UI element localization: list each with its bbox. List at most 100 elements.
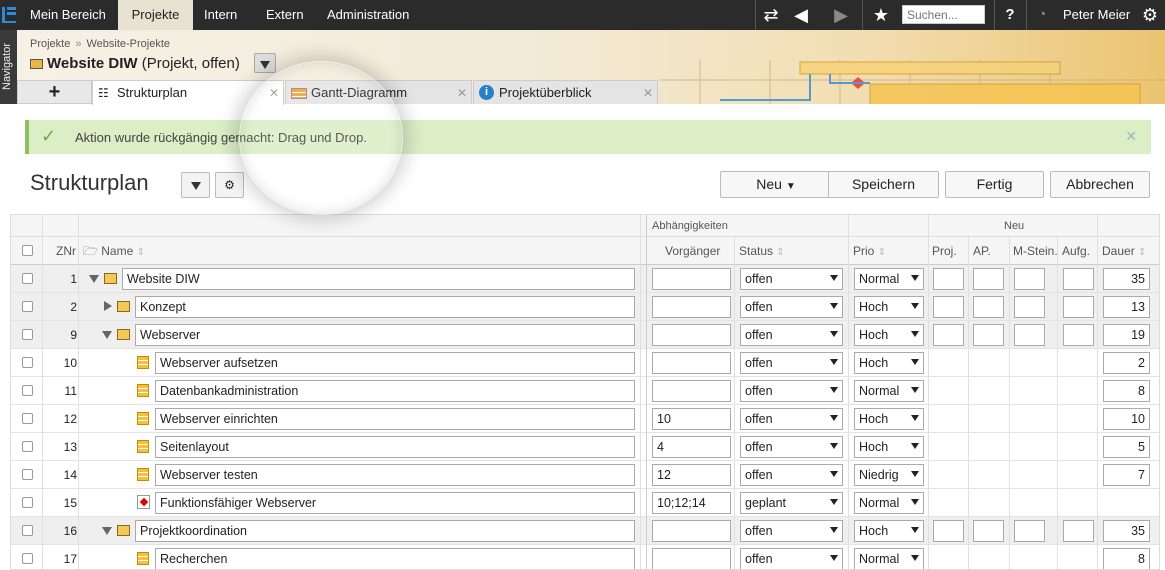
- name-input[interactable]: Webserver testen: [155, 464, 635, 486]
- row-checkbox[interactable]: [22, 553, 33, 564]
- settings-gear-icon[interactable]: ⚙: [1135, 0, 1165, 30]
- new-project-input[interactable]: [933, 268, 964, 290]
- duration-input[interactable]: 19: [1103, 324, 1150, 346]
- column-header-proj[interactable]: Proj.: [932, 237, 957, 264]
- row-checkbox[interactable]: [22, 469, 33, 480]
- duration-input[interactable]: 35: [1103, 268, 1150, 290]
- priority-select[interactable]: Normal: [854, 380, 924, 402]
- duration-input[interactable]: 35: [1103, 520, 1150, 542]
- row-checkbox[interactable]: [22, 273, 33, 284]
- table-row[interactable]: 9 Webserver offen Hoch 19: [11, 321, 1159, 349]
- name-input[interactable]: Website DIW: [122, 268, 635, 290]
- predecessor-input[interactable]: [652, 352, 731, 374]
- table-row[interactable]: 13 Seitenlayout 4 offen Hoch 5: [11, 433, 1159, 461]
- table-row[interactable]: 1 Website DIW offen Normal 35: [11, 265, 1159, 293]
- predecessor-input[interactable]: [652, 296, 731, 318]
- predecessor-input[interactable]: [652, 380, 731, 402]
- save-button[interactable]: Speichern: [828, 171, 939, 198]
- name-input[interactable]: Funktionsfähiger Webserver: [155, 492, 635, 514]
- refresh-icon[interactable]: ⇄: [756, 0, 786, 30]
- timer-icon[interactable]: ◔: [1027, 0, 1057, 30]
- status-select[interactable]: offen: [740, 408, 843, 430]
- status-select[interactable]: offen: [740, 380, 843, 402]
- priority-select[interactable]: Hoch: [854, 408, 924, 430]
- priority-select[interactable]: Hoch: [854, 324, 924, 346]
- name-input[interactable]: Webserver: [135, 324, 635, 346]
- column-header-znr[interactable]: ZNr: [56, 237, 76, 264]
- new-task-input[interactable]: [1063, 520, 1094, 542]
- row-checkbox[interactable]: [22, 497, 33, 508]
- new-task-input[interactable]: [1063, 296, 1094, 318]
- column-header-ap[interactable]: AP.: [973, 237, 991, 264]
- tab-strukturplan[interactable]: ☷ Strukturplan ✕: [92, 80, 284, 105]
- predecessor-input[interactable]: 10;12;14: [652, 492, 731, 514]
- close-tab-icon[interactable]: ✕: [457, 81, 467, 105]
- new-ap-input[interactable]: [973, 324, 1004, 346]
- priority-select[interactable]: Hoch: [854, 520, 924, 542]
- duration-input[interactable]: 8: [1103, 548, 1150, 569]
- name-input[interactable]: Konzept: [135, 296, 635, 318]
- name-input[interactable]: Webserver einrichten: [155, 408, 635, 430]
- priority-select[interactable]: Hoch: [854, 436, 924, 458]
- status-select[interactable]: offen: [740, 324, 843, 346]
- new-ap-input[interactable]: [973, 296, 1004, 318]
- name-input[interactable]: Projektkoordination: [135, 520, 635, 542]
- collapse-arrow-icon[interactable]: [102, 527, 112, 535]
- column-header-dauer[interactable]: Dauer ⇕: [1102, 237, 1146, 264]
- name-input[interactable]: Webserver aufsetzen: [155, 352, 635, 374]
- status-select[interactable]: offen: [740, 268, 843, 290]
- new-ap-input[interactable]: [973, 520, 1004, 542]
- status-select[interactable]: offen: [740, 548, 843, 569]
- new-milestone-input[interactable]: [1014, 324, 1045, 346]
- app-logo-icon[interactable]: [2, 7, 16, 23]
- new-project-input[interactable]: [933, 296, 964, 318]
- back-arrow-icon[interactable]: ◀: [786, 0, 816, 30]
- close-tab-icon[interactable]: ✕: [269, 81, 279, 105]
- status-select[interactable]: offen: [740, 352, 843, 374]
- priority-select[interactable]: Normal: [854, 268, 924, 290]
- new-milestone-input[interactable]: [1014, 296, 1045, 318]
- new-task-input[interactable]: [1063, 324, 1094, 346]
- status-select[interactable]: offen: [740, 520, 843, 542]
- table-row[interactable]: 12 Webserver einrichten 10 offen Hoch 10: [11, 405, 1159, 433]
- column-header-name[interactable]: 🗁 Name ⇕: [83, 237, 145, 264]
- status-select[interactable]: offen: [740, 296, 843, 318]
- table-row[interactable]: 17 Recherchen offen Normal 8: [11, 545, 1159, 569]
- table-row[interactable]: 16 Projektkoordination offen Hoch 35: [11, 517, 1159, 545]
- predecessor-input[interactable]: [652, 520, 731, 542]
- predecessor-input[interactable]: 4: [652, 436, 731, 458]
- project-menu-button[interactable]: [254, 53, 276, 73]
- new-task-input[interactable]: [1063, 268, 1094, 290]
- column-header-status[interactable]: Status ⇕: [739, 237, 785, 264]
- new-milestone-input[interactable]: [1014, 520, 1045, 542]
- table-row[interactable]: 2 Konzept offen Hoch 13: [11, 293, 1159, 321]
- settings-gear-icon[interactable]: ⚙: [215, 172, 244, 198]
- table-row[interactable]: 15 Funktionsfähiger Webserver 10;12;14 gepl…: [11, 489, 1159, 517]
- nav-tab-extern[interactable]: Extern: [266, 0, 304, 30]
- nav-tab-projekte[interactable]: Projekte: [118, 0, 193, 30]
- nav-tab-intern[interactable]: Intern: [204, 0, 237, 30]
- priority-select[interactable]: Normal: [854, 492, 924, 514]
- add-tab-button[interactable]: +: [17, 80, 92, 104]
- status-select[interactable]: offen: [740, 436, 843, 458]
- favorites-star-icon[interactable]: ★: [866, 0, 896, 30]
- table-row[interactable]: 14 Webserver testen 12 offen Niedrig 7: [11, 461, 1159, 489]
- navigator-panel-toggle[interactable]: Navigator: [0, 30, 17, 104]
- expand-arrow-icon[interactable]: [104, 301, 112, 311]
- search-input[interactable]: [902, 5, 985, 24]
- tab-projektueberblick[interactable]: i Projektüberblick ✕: [473, 80, 658, 104]
- duration-input[interactable]: 10: [1103, 408, 1150, 430]
- row-checkbox[interactable]: [22, 301, 33, 312]
- row-checkbox[interactable]: [22, 357, 33, 368]
- status-select[interactable]: offen: [740, 464, 843, 486]
- close-icon[interactable]: ✕: [1125, 128, 1137, 145]
- breadcrumb-item-website-projekte[interactable]: Website-Projekte: [86, 38, 170, 50]
- duration-input[interactable]: 2: [1103, 352, 1150, 374]
- help-icon[interactable]: ?: [995, 0, 1025, 30]
- user-name[interactable]: Peter Meier: [1063, 0, 1130, 30]
- row-checkbox[interactable]: [22, 329, 33, 340]
- predecessor-input[interactable]: [652, 324, 731, 346]
- new-milestone-input[interactable]: [1014, 268, 1045, 290]
- finish-button[interactable]: Fertig: [945, 171, 1044, 198]
- predecessor-input[interactable]: [652, 268, 731, 290]
